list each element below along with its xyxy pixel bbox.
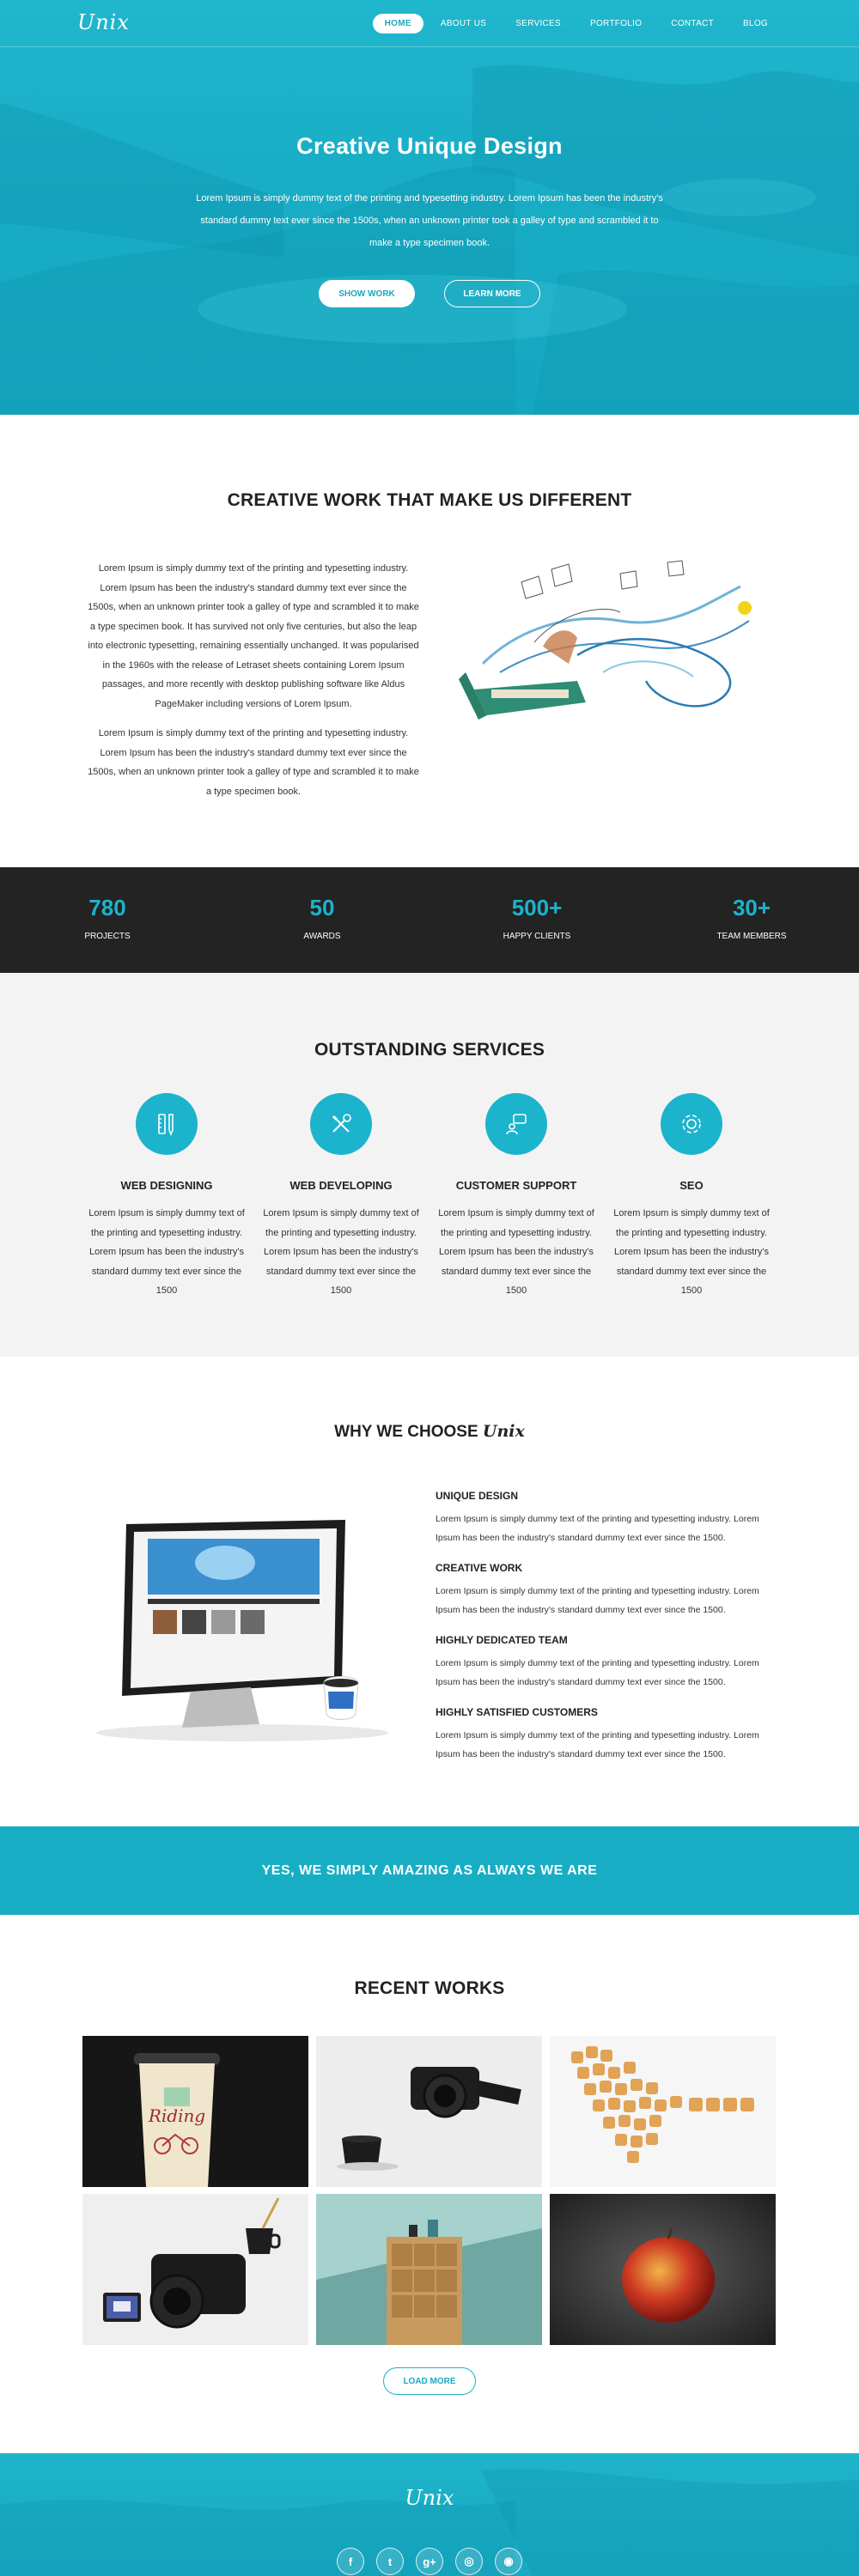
nav-item-contact[interactable]: CONTACT — [659, 14, 726, 33]
why-choose-section: WHY WE CHOOSE Unix UNIQUE DESIGN Lorem I… — [0, 1357, 859, 1826]
why-item-title: HIGHLY SATISFIED CUSTOMERS — [436, 1706, 598, 1718]
creative-paragraph-2: Lorem Ipsum is simply dummy text of the … — [88, 728, 419, 797]
nav-item-blog[interactable]: BLOG — [731, 14, 780, 33]
hero-description: Lorem Ipsum is simply dummy text of the … — [196, 193, 663, 248]
work-tile-apple[interactable] — [550, 2194, 776, 2345]
why-item-title: UNIQUE DESIGN — [436, 1490, 519, 1502]
why-item-creative-work: CREATIVE WORK Lorem Ipsum is simply dumm… — [436, 1562, 779, 1619]
services-title: OUTSTANDING SERVICES — [314, 1040, 545, 1060]
work-tile-camera[interactable] — [316, 2036, 542, 2187]
monitor-image — [96, 1520, 388, 1741]
stat-value: 780 — [88, 895, 126, 920]
why-title-brand: Unix — [482, 1422, 525, 1441]
main-menu: HOME ABOUT US SERVICES PORTFOLIO CONTACT… — [372, 14, 780, 33]
work-tile-letter-cookies[interactable] — [550, 2036, 776, 2187]
service-customer-support: CUSTOMER SUPPORT Lorem Ipsum is simply d… — [435, 1093, 598, 1301]
stat-label: TEAM MEMBERS — [716, 932, 787, 941]
stat-team-members: 30+ TEAM MEMBERS — [644, 867, 859, 973]
service-web-developing: WEB DEVELOPING Lorem Ipsum is simply dum… — [259, 1093, 423, 1301]
why-item-satisfied-customers: HIGHLY SATISFIED CUSTOMERS Lorem Ipsum i… — [436, 1706, 779, 1764]
stat-label: PROJECTS — [84, 932, 131, 941]
services-section: OUTSTANDING SERVICES WEB DESIGNING Lorem… — [0, 973, 859, 1357]
footer-logo[interactable]: Unix — [0, 2486, 859, 2510]
stat-projects: 780 PROJECTS — [0, 867, 215, 973]
service-web-designing: WEB DESIGNING Lorem Ipsum is simply dumm… — [85, 1093, 248, 1301]
why-list: UNIQUE DESIGN Lorem Ipsum is simply dumm… — [436, 1490, 779, 1778]
rss-icon[interactable]: ◉ — [495, 2548, 522, 2575]
load-more-button[interactable]: LOAD MORE — [383, 2367, 476, 2395]
support-chat-icon — [485, 1093, 547, 1155]
hero-title: Creative Unique Design — [296, 133, 563, 159]
social-links: f t g+ ◎ ◉ — [0, 2548, 859, 2575]
why-item-title: CREATIVE WORK — [436, 1562, 523, 1574]
banner-text: YES, WE SIMPLY AMAZING AS ALWAYS WE ARE — [261, 1862, 598, 1878]
why-title-prefix: WHY WE CHOOSE — [334, 1423, 478, 1441]
brand-logo[interactable]: Unix — [77, 10, 130, 34]
stats-section: 780 PROJECTS 50 AWARDS 500+ HAPPY CLIENT… — [0, 867, 859, 973]
service-title: WEB DEVELOPING — [289, 1179, 393, 1192]
recent-works-section: RECENT WORKS Riding LOAD MORE — [0, 1915, 859, 2453]
why-item-title: HIGHLY DEDICATED TEAM — [436, 1634, 568, 1646]
work-tile-drawer-cabinet[interactable] — [316, 2194, 542, 2345]
cup-label-text: Riding — [148, 2105, 205, 2126]
hero-section: Unix HOME ABOUT US SERVICES PORTFOLIO CO… — [0, 0, 859, 415]
service-text: Lorem Ipsum is simply dummy text of the … — [88, 1208, 245, 1296]
nav-item-portfolio[interactable]: PORTFOLIO — [578, 14, 654, 33]
creative-illustration — [459, 560, 752, 720]
stat-value: 50 — [309, 895, 335, 920]
why-title: WHY WE CHOOSE Unix — [0, 1422, 859, 1442]
footer: Unix f t g+ ◎ ◉ — [0, 2453, 859, 2576]
nav-item-home[interactable]: HOME — [372, 14, 423, 33]
nav-item-services[interactable]: SERVICES — [503, 14, 573, 33]
creative-text: Lorem Ipsum is simply dummy text of the … — [86, 559, 421, 801]
service-text: Lorem Ipsum is simply dummy text of the … — [438, 1208, 594, 1296]
top-navigation: Unix HOME ABOUT US SERVICES PORTFOLIO CO… — [0, 0, 859, 47]
work-tile-coffee-cup[interactable]: Riding — [82, 2036, 308, 2187]
stat-value: 30+ — [732, 895, 771, 920]
nav-item-about-us[interactable]: ABOUT US — [429, 14, 498, 33]
learn-more-button[interactable]: LEARN MORE — [444, 280, 540, 307]
stat-label: HAPPY CLIENTS — [503, 932, 571, 941]
why-item-text: Lorem Ipsum is simply dummy text of the … — [436, 1658, 759, 1687]
show-work-button[interactable]: SHOW WORK — [319, 280, 415, 307]
work-tile-camera-desk[interactable] — [82, 2194, 308, 2345]
service-title: WEB DESIGNING — [120, 1179, 213, 1192]
service-text: Lorem Ipsum is simply dummy text of the … — [263, 1208, 419, 1296]
service-text: Lorem Ipsum is simply dummy text of the … — [613, 1208, 770, 1296]
design-tools-icon — [136, 1093, 198, 1155]
why-item-text: Lorem Ipsum is simply dummy text of the … — [436, 1586, 759, 1615]
stat-awards: 50 AWARDS — [215, 867, 430, 973]
service-seo: SEO Lorem Ipsum is simply dummy text of … — [610, 1093, 773, 1301]
wrench-screwdriver-icon — [310, 1093, 372, 1155]
why-item-text: Lorem Ipsum is simply dummy text of the … — [436, 1514, 759, 1543]
instagram-icon[interactable]: ◎ — [455, 2548, 483, 2575]
creative-paragraph-1: Lorem Ipsum is simply dummy text of the … — [88, 563, 419, 709]
service-title: CUSTOMER SUPPORT — [455, 1179, 577, 1192]
creative-work-section: CREATIVE WORK THAT MAKE US DIFFERENT Lor… — [0, 415, 859, 867]
stat-happy-clients: 500+ HAPPY CLIENTS — [430, 867, 644, 973]
why-item-unique-design: UNIQUE DESIGN Lorem Ipsum is simply dumm… — [436, 1490, 779, 1547]
promo-banner: YES, WE SIMPLY AMAZING AS ALWAYS WE ARE — [0, 1826, 859, 1915]
hero-buttons: SHOW WORK LEARN MORE — [0, 280, 859, 307]
stat-label: AWARDS — [303, 932, 341, 941]
why-item-text: Lorem Ipsum is simply dummy text of the … — [436, 1730, 759, 1759]
facebook-icon[interactable]: f — [337, 2548, 364, 2575]
why-item-dedicated-team: HIGHLY DEDICATED TEAM Lorem Ipsum is sim… — [436, 1634, 779, 1692]
stat-value: 500+ — [511, 895, 563, 920]
service-title: SEO — [679, 1179, 704, 1192]
google-plus-icon[interactable]: g+ — [416, 2548, 443, 2575]
gear-icon — [661, 1093, 722, 1155]
twitter-icon[interactable]: t — [376, 2548, 404, 2575]
works-title: RECENT WORKS — [354, 1978, 505, 1998]
creative-section-title: CREATIVE WORK THAT MAKE US DIFFERENT — [227, 490, 632, 510]
